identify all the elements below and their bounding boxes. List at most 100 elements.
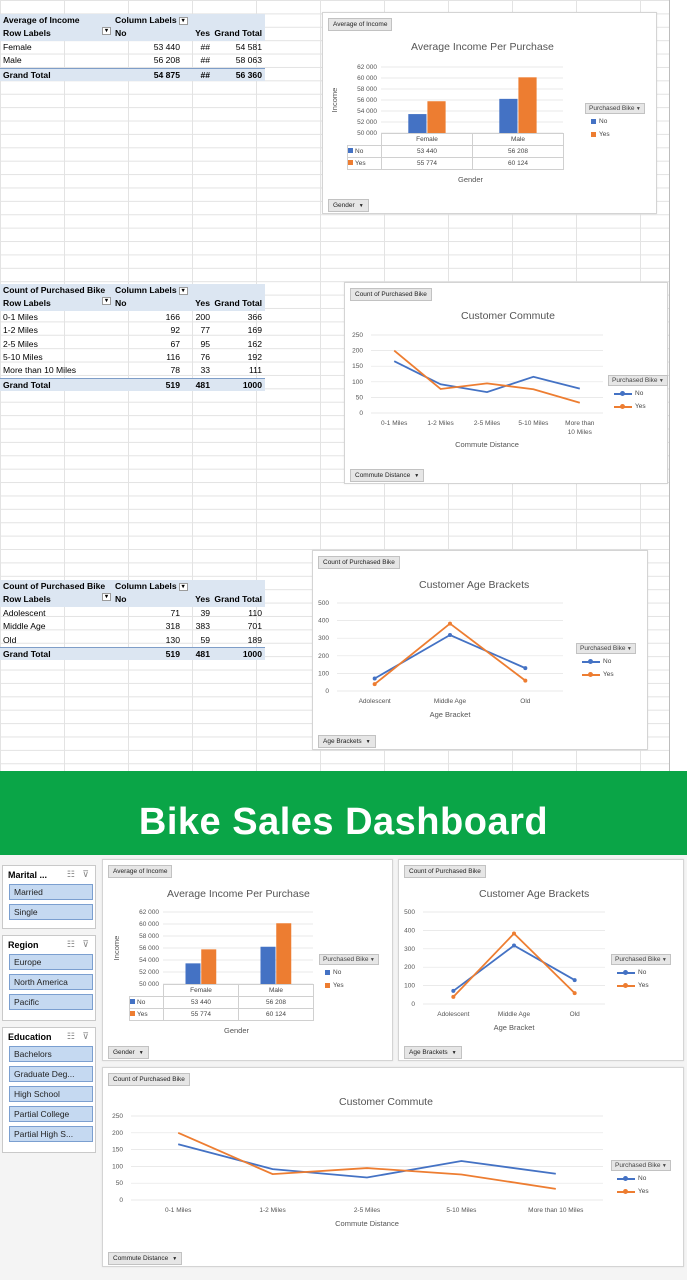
slicer-education[interactable]: Education ☷ ⊽ Bachelors Graduate Deg... …: [2, 1027, 96, 1153]
dashboard-income-bar-chart[interactable]: Average of Income Average Income Per Purc…: [102, 859, 393, 1061]
legend-item[interactable]: Yes: [582, 671, 636, 678]
pivot-table-age[interactable]: Count of Purchased Bike Column Labels ▾ R…: [0, 580, 265, 661]
chart-legend[interactable]: Purchased Bike ▼ No Yes: [576, 643, 636, 684]
commute-line-chart[interactable]: Count of Purchased Bike Customer Commute 2…: [344, 282, 668, 484]
slicer-marital-status[interactable]: Marital ... ☷ ⊽ Married Single: [2, 865, 96, 929]
dropdown-arrow-icon[interactable]: ▼: [658, 378, 664, 384]
dashboard-commute-line-chart[interactable]: Count of Purchased Bike Customer Commute 2…: [102, 1067, 684, 1267]
slicer-item[interactable]: Graduate Deg...: [9, 1066, 93, 1082]
slicer-item[interactable]: High School: [9, 1086, 93, 1102]
axis-field-button[interactable]: Age Brackets ▼: [318, 735, 376, 748]
legend-item[interactable]: No: [325, 969, 379, 976]
pivot-row[interactable]: Middle Age 318 383 701: [0, 620, 265, 633]
dropdown-arrow-icon[interactable]: ▼: [369, 957, 375, 963]
column-labels-filter-icon[interactable]: ▾: [178, 286, 188, 295]
row-labels-filter-icon[interactable]: ▾: [102, 297, 111, 306]
legend-item[interactable]: No: [591, 118, 645, 125]
slicer-region[interactable]: Region ☷ ⊽ Europe North America Pacific: [2, 935, 96, 1021]
clear-filter-icon[interactable]: ⊽: [82, 939, 89, 950]
row-label: Grand Total: [3, 69, 51, 80]
chart-legend[interactable]: Purchased Bike ▼ No Yes: [611, 954, 671, 995]
legend-title-button[interactable]: Purchased Bike ▼: [585, 103, 645, 114]
y-axis-label: Income: [112, 936, 121, 961]
legend-title-button[interactable]: Purchased Bike ▼: [611, 954, 671, 965]
slicer-item[interactable]: Partial High S...: [9, 1126, 93, 1142]
dropdown-arrow-icon[interactable]: ▼: [452, 1050, 457, 1056]
slicer-item[interactable]: Partial College: [9, 1106, 93, 1122]
legend-title-button[interactable]: Purchased Bike ▼: [611, 1160, 671, 1171]
column-labels-header[interactable]: Column Labels ▾: [115, 580, 188, 593]
legend-item[interactable]: No: [617, 1175, 671, 1182]
slicer-item[interactable]: North America: [9, 974, 93, 990]
cell-yes: 481: [195, 648, 210, 659]
axis-field-button[interactable]: Commute Distance ▼: [108, 1252, 183, 1265]
dropdown-arrow-icon[interactable]: ▼: [635, 106, 641, 112]
clear-filter-icon[interactable]: ⊽: [82, 1031, 89, 1042]
legend-item[interactable]: Yes: [325, 982, 379, 989]
legend-swatch: [614, 390, 632, 396]
legend-item[interactable]: Yes: [617, 1188, 671, 1195]
dropdown-arrow-icon[interactable]: ▼: [414, 473, 419, 479]
pivot-row[interactable]: Male 56 208 ## 58 063: [0, 54, 265, 67]
pivot-row[interactable]: Adolescent 71 39 110: [0, 607, 265, 620]
slicer-item[interactable]: Married: [9, 884, 93, 900]
pivot-table-commute[interactable]: Count of Purchased Bike Column Labels ▾ R…: [0, 284, 265, 392]
axis-field-button[interactable]: Gender ▼: [108, 1046, 149, 1059]
column-labels-filter-icon[interactable]: ▾: [178, 16, 188, 25]
pivot-row[interactable]: Old 130 59 189: [0, 634, 265, 647]
income-bar-chart[interactable]: Average of Income Average Income Per Purc…: [322, 12, 657, 214]
pivot-row[interactable]: 0-1 Miles 166 200 366: [0, 311, 265, 324]
pivot-grand-total-row[interactable]: Grand Total 519 481 1000: [0, 646, 265, 661]
legend-item[interactable]: No: [617, 969, 671, 976]
legend-item[interactable]: Yes: [614, 403, 668, 410]
legend-title-button[interactable]: Purchased Bike ▼: [576, 643, 636, 654]
slicer-item[interactable]: Pacific: [9, 994, 93, 1010]
cell-no: 519: [165, 648, 180, 659]
column-labels-filter-icon[interactable]: ▾: [178, 582, 188, 591]
pivot-row[interactable]: 2-5 Miles 67 95 162: [0, 338, 265, 351]
pivot-row[interactable]: More than 10 Miles 78 33 111: [0, 364, 265, 377]
pivot-row[interactable]: 1-2 Miles 92 77 169: [0, 324, 265, 337]
dashboard-age-line-chart[interactable]: Count of Purchased Bike Customer Age Brac…: [398, 859, 684, 1061]
legend-title-button[interactable]: Purchased Bike ▼: [608, 375, 668, 386]
multi-select-icon[interactable]: ☷: [67, 939, 75, 950]
multi-select-icon[interactable]: ☷: [67, 1031, 75, 1042]
chart-legend[interactable]: Purchased Bike ▼ No Yes: [585, 103, 645, 144]
data-label: 55 774: [163, 1008, 239, 1021]
legend-item[interactable]: Yes: [617, 982, 671, 989]
clear-filter-icon[interactable]: ⊽: [82, 869, 89, 880]
dropdown-arrow-icon[interactable]: ▼: [172, 1256, 177, 1262]
legend-item[interactable]: No: [582, 658, 636, 665]
dropdown-arrow-icon[interactable]: ▼: [359, 203, 364, 209]
chart-legend[interactable]: Purchased Bike ▼ No Yes: [608, 375, 668, 416]
chart-legend[interactable]: Purchased Bike ▼ No Yes: [611, 1160, 671, 1201]
pivot-grand-total-row[interactable]: Grand Total 54 875 ## 56 360: [0, 67, 265, 81]
axis-field-button[interactable]: Commute Distance ▼: [350, 469, 425, 482]
legend-item[interactable]: Yes: [591, 131, 645, 138]
row-labels-filter-icon[interactable]: ▾: [102, 593, 111, 602]
age-line-chart[interactable]: Count of Purchased Bike Customer Age Brac…: [312, 550, 648, 750]
legend-title-button[interactable]: Purchased Bike ▼: [319, 954, 379, 965]
slicer-item[interactable]: Europe: [9, 954, 93, 970]
legend-item[interactable]: No: [614, 390, 668, 397]
y-tick-label: 500: [318, 600, 329, 607]
dropdown-arrow-icon[interactable]: ▼: [366, 739, 371, 745]
column-labels-header[interactable]: Column Labels ▾: [115, 14, 188, 27]
column-labels-header[interactable]: Column Labels ▾: [115, 284, 188, 297]
dropdown-arrow-icon[interactable]: ▼: [139, 1050, 144, 1056]
multi-select-icon[interactable]: ☷: [67, 869, 75, 880]
dropdown-arrow-icon[interactable]: ▼: [661, 957, 667, 963]
dropdown-arrow-icon[interactable]: ▼: [661, 1163, 667, 1169]
axis-field-button[interactable]: Age Brackets ▼: [404, 1046, 462, 1059]
chart-legend[interactable]: Purchased Bike ▼ No Yes: [319, 954, 379, 995]
slicer-item[interactable]: Single: [9, 904, 93, 920]
pivot-row[interactable]: 5-10 Miles 116 76 192: [0, 351, 265, 364]
slicer-item[interactable]: Bachelors: [9, 1046, 93, 1062]
row-labels-filter-icon[interactable]: ▾: [102, 27, 111, 36]
pivot-grand-total-row[interactable]: Grand Total 519 481 1000: [0, 377, 265, 392]
dropdown-arrow-icon[interactable]: ▼: [626, 646, 632, 652]
axis-field-button[interactable]: Gender ▼: [328, 199, 369, 212]
pivot-row[interactable]: Female 53 440 ## 54 581: [0, 41, 265, 54]
pivot-table-income[interactable]: Average of Income Column Labels ▾ Row Lab…: [0, 14, 265, 81]
slicer-header: Marital ... ☷ ⊽: [3, 866, 95, 884]
